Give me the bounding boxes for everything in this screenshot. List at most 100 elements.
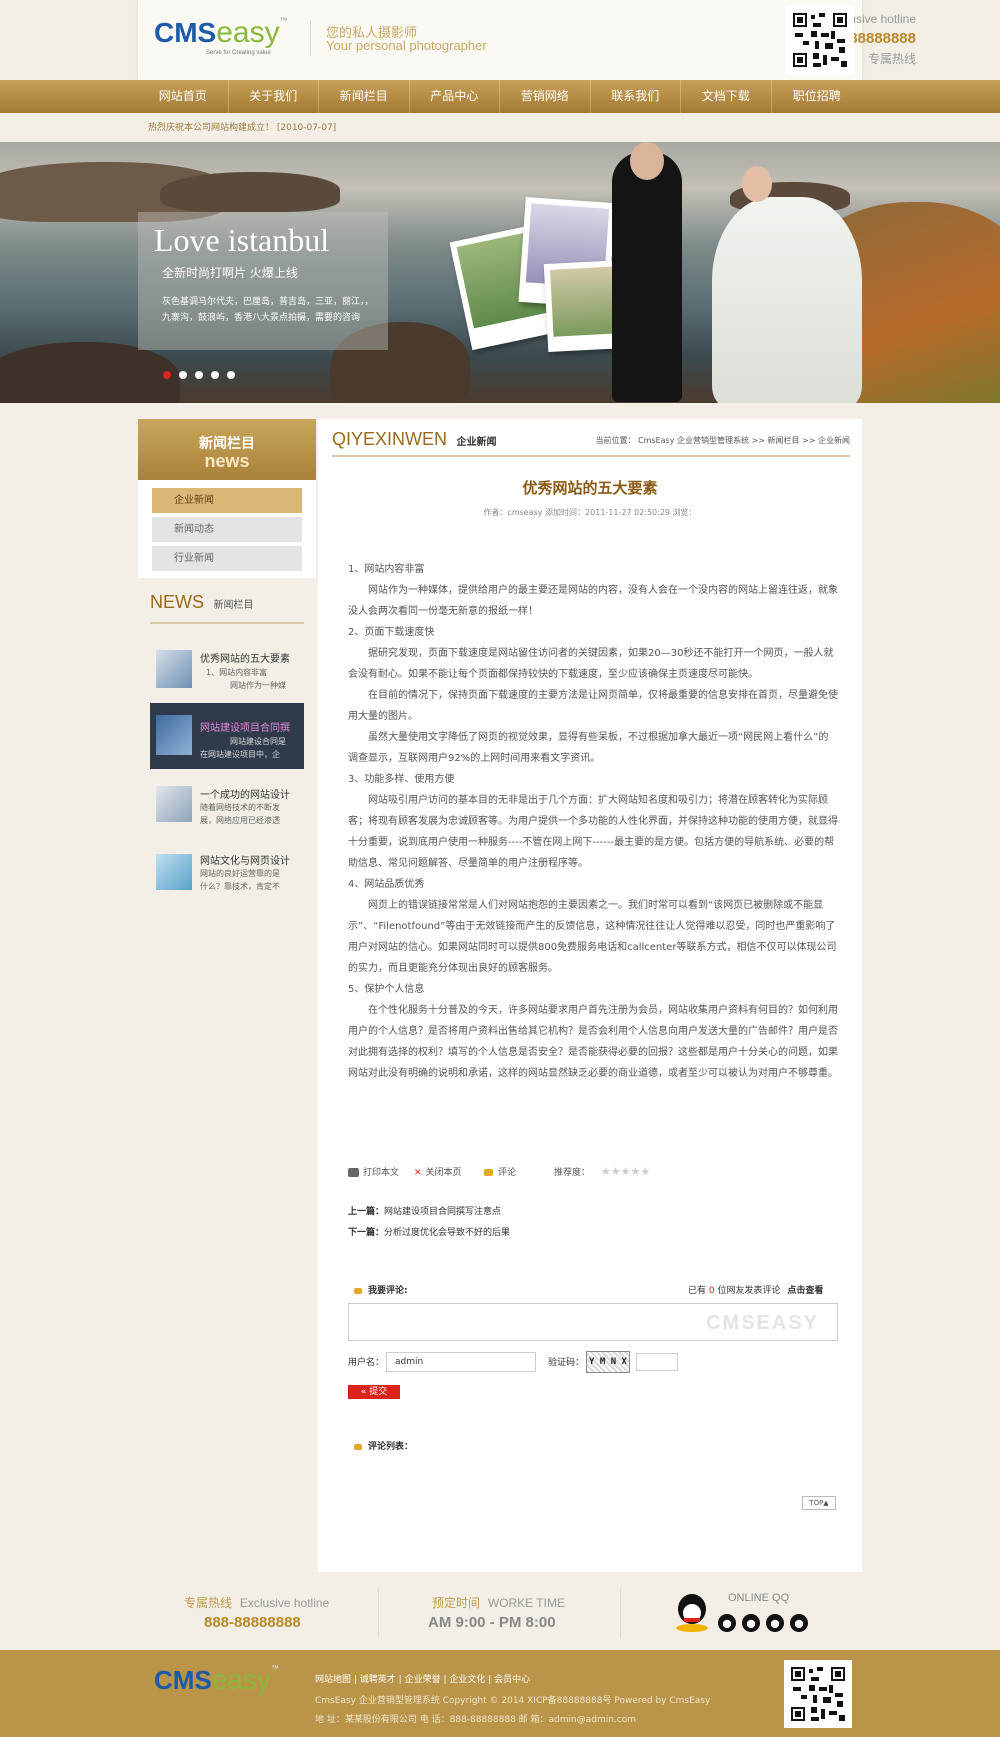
article-paragraph: 虽然大量使用文字降低了网页的视觉效果，显得有些呆板，不过根据加拿大最近一项“网民… (348, 732, 829, 764)
qq-contact-icon[interactable] (790, 1614, 808, 1632)
sidebar-news-item-active[interactable]: 网站建设项目合同撰 网站建设合同是 在网站建设项目中，企 (150, 703, 304, 769)
footer-link-jobs[interactable]: 诚聘英才 (360, 1675, 396, 1685)
article-heading: 5、保护个人信息 (348, 984, 425, 995)
banner-desc-line1: 灰色基调马尔代夫，巴厘岛，普吉岛，三亚，丽江，， (162, 297, 374, 307)
footer-time-en: WORKE TIME (487, 1596, 565, 1610)
sidebar-news-item[interactable]: 优秀网站的五大要素 1、网站内容非富 网站作为一种媒 (150, 640, 304, 700)
comment-count-pre: 已有 (688, 1286, 707, 1296)
printer-icon (348, 1168, 359, 1177)
banner-dot-active[interactable] (163, 371, 171, 379)
username-input[interactable]: admin (386, 1352, 536, 1372)
news-item-line2: 什么？靠技术，肯定不 (200, 882, 280, 891)
comment-list-label: 评论列表： (368, 1442, 414, 1452)
prev-article-link[interactable]: 网站建设项目合同撰写注意点 (384, 1207, 501, 1217)
news-item-line2: 展，网络应用已经渗透 (200, 816, 280, 825)
comment-list-bullet-icon (354, 1443, 362, 1450)
nav-item-jobs[interactable]: 职位招聘 (772, 80, 863, 113)
footer-link-honors[interactable]: 企业荣誉 (405, 1675, 441, 1685)
news-item-title: 网站建设项目合同撰 (200, 723, 290, 734)
banner-bride-head (742, 166, 772, 202)
submit-arrow-icon: « (360, 1387, 367, 1397)
footer-hotline-number: 888-88888888 (204, 1614, 301, 1631)
footer-link-culture[interactable]: 企业文化 (449, 1675, 485, 1685)
banner-dot[interactable] (195, 371, 203, 379)
main-nav: 网站首页 关于我们 新闻栏目 产品中心 营销网络 联系我们 文档下载 职位招聘 (0, 80, 1000, 113)
close-page-button[interactable]: ✕ 关闭本页 (414, 1165, 462, 1178)
nav-item-about[interactable]: 关于我们 (229, 80, 319, 113)
sidebar-item-company-news[interactable]: 企业新闻 (152, 488, 302, 513)
sidebar-news-item[interactable]: 网站文化与网页设计 网站的良好运营靠的是 什么？靠技术，肯定不 (150, 846, 304, 906)
print-button[interactable]: 打印本文 (348, 1165, 399, 1178)
footer-time-value: AM 9:00 - PM 8:00 (428, 1614, 556, 1631)
footer-logo-main: CMS (154, 1665, 212, 1695)
comment-textarea[interactable]: CMSEASY (348, 1303, 838, 1341)
banner-dot[interactable] (227, 371, 235, 379)
nav-item-products[interactable]: 产品中心 (410, 80, 500, 113)
view-comments-link[interactable]: 点击查看 (787, 1286, 823, 1296)
nav-item-network[interactable]: 营销网络 (500, 80, 591, 113)
hero-banner: Love istanbul 全新时尚打啊片 火爆上线 灰色基调马尔代夫，巴厘岛，… (0, 142, 1000, 403)
captcha-input[interactable] (636, 1353, 678, 1371)
announcement[interactable]: 热烈庆祝本公司网站构建成立！ [2010-07-07] (148, 120, 336, 133)
article-heading: 3、功能多样、使用方便 (348, 774, 455, 785)
news-item-title: 一个成功的网站设计 (200, 790, 290, 801)
content-heading-cn: 企业新闻 (456, 437, 497, 448)
footer-time-title: 预定时间 WORKE TIME (432, 1594, 565, 1611)
breadcrumb[interactable]: 当前位置： CmsEasy 企业营销型管理系统 >> 新闻栏目 >> 企业新闻 (596, 435, 850, 446)
username-label: 用户名： (348, 1358, 385, 1368)
qq-contact-icon[interactable] (766, 1614, 784, 1632)
article-paragraph: 在个性化服务十分普及的今天，许多网站要求用户首先注册为会员，网站收集用户资料有何… (348, 1005, 838, 1079)
captcha-image[interactable]: Y M N X (586, 1351, 630, 1373)
submit-button[interactable]: « 提交 (348, 1385, 400, 1399)
slogan-en: Your personal photographer (326, 38, 487, 53)
site-footer: CMSeasy™ 网站地图 | 诚聘英才 | 企业荣誉 | 企业文化 | 会员中… (0, 1650, 1000, 1737)
footer-hotline-title: 专属热线 Exclusive hotline (184, 1594, 329, 1611)
sidebar-title: 新闻栏目 news (138, 419, 316, 480)
qq-mascot-icon[interactable] (674, 1594, 710, 1634)
qq-contact-icon[interactable] (742, 1614, 760, 1632)
nav-item-contact[interactable]: 联系我们 (591, 80, 681, 113)
comment-button[interactable]: 评论 (484, 1165, 516, 1178)
next-label: 下一篇： (348, 1228, 385, 1238)
article-paragraph: 在目前的情况下，保持页面下载速度的主要方法是让网页简单，仅将最重要的信息安排在首… (348, 690, 838, 722)
footer-link-sitemap[interactable]: 网站地图 (315, 1675, 351, 1685)
star-icon[interactable]: ★ (621, 1165, 631, 1178)
sidebar-item-news-updates[interactable]: 新闻动态 (152, 517, 302, 542)
footer-divider (378, 1588, 379, 1638)
footer-logo-accent: easy (211, 1664, 271, 1695)
star-icon[interactable]: ★ (611, 1165, 621, 1178)
star-icon[interactable]: ★ (601, 1165, 611, 1178)
nav-item-home[interactable]: 网站首页 (138, 80, 229, 113)
star-icon[interactable]: ★ (640, 1165, 650, 1178)
news-item-title: 优秀网站的五大要素 (200, 654, 290, 665)
content-header: QIYEXINWEN 企业新闻 当前位置： CmsEasy 企业营销型管理系统 … (332, 429, 850, 457)
star-rating[interactable]: ★★★★★ (601, 1165, 650, 1178)
comment-label: 评论 (498, 1168, 517, 1178)
footer-hotline-en: Exclusive hotline (239, 1596, 330, 1610)
next-article-link[interactable]: 分析过度优化会导致不好的后果 (384, 1228, 510, 1238)
comment-count-post: 位网友发表评论 (717, 1286, 781, 1296)
article-meta: 作者：cmseasy 添加时间：2011-11-27 02:50:29 浏览： (483, 508, 697, 517)
footer-link-members[interactable]: 会员中心 (494, 1675, 530, 1685)
banner-dot[interactable] (179, 371, 187, 379)
back-to-top-button[interactable]: TOP▲ (802, 1496, 836, 1510)
banner-subtitle: 全新时尚打啊片 火爆上线 (162, 266, 298, 280)
banner-rock (160, 172, 340, 212)
qq-contact-icon[interactable] (718, 1614, 736, 1632)
comment-list-header: 评论列表： (354, 1439, 413, 1452)
sidebar: 新闻栏目 news 企业新闻 新闻动态 行业新闻 (138, 419, 316, 578)
article-paragraph: 据研究发现，页面下载速度是网站留住访问者的关键因素，如果20—30秒还不能打开一… (348, 648, 834, 680)
banner-dot[interactable] (211, 371, 219, 379)
submit-label: 提交 (369, 1387, 388, 1397)
footer-links: 网站地图 | 诚聘英才 | 企业荣誉 | 企业文化 | 会员中心 (315, 1675, 531, 1685)
next-article: 下一篇：分析过度优化会导致不好的后果 (348, 1225, 510, 1238)
comment-count-number: 0 (708, 1286, 715, 1296)
nav-item-downloads[interactable]: 文档下载 (681, 80, 772, 113)
sidebar-news-item[interactable]: 一个成功的网站设计 随着网络技术的不断发 展，网络应用已经渗透 (150, 778, 304, 838)
star-icon[interactable]: ★ (631, 1165, 641, 1178)
nav-item-news[interactable]: 新闻栏目 (319, 80, 410, 113)
site-logo[interactable]: CMSeasy™ Serve for Creating value (154, 16, 294, 60)
sidebar-item-industry-news[interactable]: 行业新闻 (152, 546, 302, 571)
footer-logo[interactable]: CMSeasy™ (154, 1664, 279, 1696)
article-title: 优秀网站的五大要素 (522, 479, 658, 497)
